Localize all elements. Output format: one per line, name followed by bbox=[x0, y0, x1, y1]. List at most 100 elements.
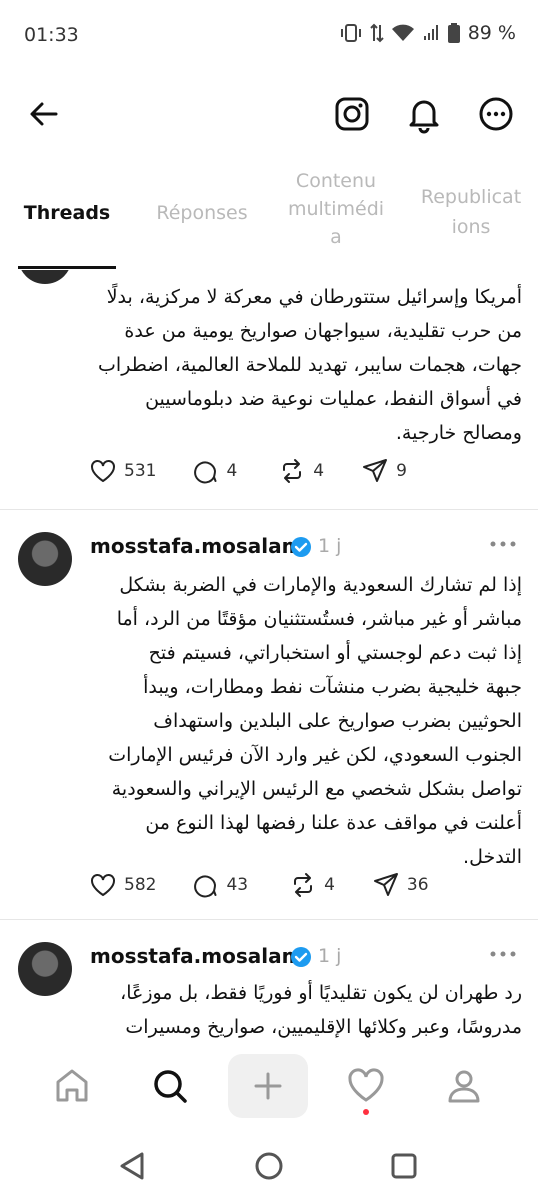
post-actions: 582 43 4 36 bbox=[0, 872, 429, 898]
notifications-button[interactable] bbox=[404, 94, 444, 134]
nav-home[interactable] bbox=[32, 1054, 112, 1118]
battery-icon bbox=[447, 23, 460, 43]
vibrate-icon bbox=[340, 24, 361, 42]
divider bbox=[0, 919, 538, 920]
post-line: الجنوب السعودي، لكن غير وارد الآن فرئيس … bbox=[108, 744, 522, 766]
post-line: من حرب تقليدية، سيواجهان صواريخ يومية من… bbox=[124, 320, 522, 342]
more-horizontal-icon[interactable] bbox=[488, 534, 518, 554]
tab-media-line-1: Contenu bbox=[295, 170, 377, 192]
nav-search[interactable] bbox=[130, 1054, 210, 1118]
post-line: تواصل بشكل شخصي مع الرئيس الإيراني والسع… bbox=[111, 778, 522, 800]
post-line: أمريكا وإسرائيل ستتورطان في معركة لا مرك… bbox=[106, 286, 522, 308]
search-icon bbox=[154, 1070, 187, 1103]
recents-square-icon bbox=[391, 1153, 417, 1179]
tab-threads[interactable]: Threads bbox=[18, 200, 116, 226]
post-line: الحوثيين بضرب صواريخ على البلدين واستهدا… bbox=[153, 710, 522, 732]
post-actions: 531 4 4 9 bbox=[0, 458, 407, 484]
post-line: ومصالح خارجية. bbox=[395, 422, 522, 444]
like-button[interactable]: 582 bbox=[90, 873, 156, 897]
back-button[interactable] bbox=[24, 94, 64, 134]
status-time: 01:33 bbox=[24, 24, 79, 46]
notification-dot bbox=[363, 1109, 369, 1115]
home-circle-icon bbox=[255, 1152, 283, 1180]
active-tab-indicator bbox=[18, 266, 116, 269]
post-username[interactable]: mosstafa.mosalam bbox=[90, 944, 302, 968]
share-count: 9 bbox=[396, 461, 407, 481]
post-line: مدروسًا، وعبر وكلائها الإقليميين، صواريخ… bbox=[125, 1016, 522, 1038]
repost-icon bbox=[283, 459, 302, 483]
nav-profile[interactable] bbox=[424, 1054, 504, 1118]
post-line: جهات، هجمات سايبر، تهديد للملاحة العالمي… bbox=[98, 354, 522, 376]
home-icon bbox=[56, 1069, 88, 1102]
arrow-left-icon bbox=[30, 102, 58, 126]
like-count: 531 bbox=[124, 461, 157, 481]
comment-icon bbox=[194, 461, 217, 484]
data-arrows-icon bbox=[370, 23, 384, 43]
repost-count: 4 bbox=[313, 461, 325, 481]
reply-count: 4 bbox=[226, 461, 238, 481]
profile-icon bbox=[448, 1070, 480, 1103]
tab-replies[interactable]: Réponses bbox=[146, 200, 258, 226]
system-navigation bbox=[0, 1132, 538, 1199]
tab-media-line-2: multimédi bbox=[287, 198, 385, 220]
post-age: 1 j bbox=[318, 535, 342, 557]
tab-media[interactable]: Contenu multimédi a bbox=[278, 168, 394, 250]
instagram-icon bbox=[335, 97, 369, 131]
post-text: رد طهران لن يكون تقليديًا أو فوريًا فقط،… bbox=[0, 976, 538, 1040]
repost-button[interactable]: 4 bbox=[290, 872, 335, 898]
battery-level: 89 % bbox=[467, 22, 516, 44]
wifi-icon bbox=[391, 24, 414, 41]
post-username[interactable]: mosstafa.mosalam bbox=[90, 534, 302, 558]
bell-icon bbox=[409, 100, 439, 134]
more-circle-icon bbox=[479, 97, 513, 131]
more-horizontal-icon[interactable] bbox=[488, 944, 518, 964]
post-line: رد طهران لن يكون تقليديًا أو فوريًا فقط،… bbox=[120, 982, 522, 1004]
more-options-button[interactable] bbox=[476, 94, 516, 134]
share-button[interactable]: 36 bbox=[373, 872, 429, 898]
heart-icon bbox=[91, 874, 115, 897]
nav-create[interactable] bbox=[228, 1054, 308, 1118]
system-recents-button[interactable] bbox=[384, 1146, 424, 1186]
post-age: 1 j bbox=[318, 945, 342, 967]
status-icons: 89 % bbox=[340, 22, 516, 44]
tab-reposts-line-2: ions bbox=[451, 216, 491, 238]
repost-icon bbox=[294, 873, 313, 897]
comment-icon bbox=[194, 875, 217, 898]
reply-button[interactable]: 43 bbox=[192, 872, 248, 898]
post-line: مباشر أو غير مباشر، فستُستثنيان مؤقتًا م… bbox=[116, 608, 522, 630]
repost-button[interactable]: 4 bbox=[279, 458, 324, 484]
divider bbox=[0, 509, 538, 510]
verified-badge-icon bbox=[291, 947, 311, 967]
post-text: أمريكا وإسرائيل ستتورطان في معركة لا مرك… bbox=[0, 280, 538, 450]
profile-header bbox=[0, 82, 538, 146]
status-bar: 01:33 89 % bbox=[0, 0, 538, 72]
post-line: التدخل. bbox=[463, 846, 522, 868]
plus-icon bbox=[254, 1072, 282, 1100]
bottom-navigation bbox=[0, 1040, 538, 1132]
send-icon bbox=[373, 873, 398, 896]
tab-media-line-3: a bbox=[330, 226, 342, 248]
post-line: جبهة خليجية بضرب منشآت نفط ومطارات، ويبد… bbox=[143, 676, 522, 698]
like-count: 582 bbox=[124, 875, 157, 895]
tab-reposts-line-1: Republicat bbox=[420, 186, 522, 208]
reply-count: 43 bbox=[226, 875, 249, 895]
system-back-button[interactable] bbox=[114, 1146, 154, 1186]
repost-count: 4 bbox=[324, 875, 335, 895]
like-button[interactable]: 531 bbox=[90, 459, 156, 483]
heart-icon bbox=[348, 1068, 384, 1102]
post-line: إذا ثبت دعم لوجستي أو استخباراتي، فسيتم … bbox=[148, 642, 522, 664]
nav-activity[interactable] bbox=[326, 1054, 406, 1118]
profile-tabs: Threads Réponses Contenu multimédi a Rep… bbox=[0, 160, 538, 270]
instagram-button[interactable] bbox=[332, 94, 372, 134]
reply-button[interactable]: 4 bbox=[192, 458, 237, 484]
threads-feed[interactable]: أمريكا وإسرائيل ستتورطان في معركة لا مرك… bbox=[0, 270, 538, 1040]
heart-icon bbox=[91, 460, 115, 483]
back-triangle-icon bbox=[120, 1152, 144, 1180]
system-home-button[interactable] bbox=[249, 1146, 289, 1186]
post-line: في أسواق النفط، عمليات نوعية ضد دبلوماسي… bbox=[145, 388, 522, 410]
signal-icon bbox=[423, 25, 438, 40]
share-button[interactable]: 9 bbox=[362, 458, 407, 484]
send-icon bbox=[363, 459, 388, 482]
tab-reposts[interactable]: Republicat ions bbox=[412, 184, 530, 240]
verified-badge-icon bbox=[291, 537, 311, 557]
